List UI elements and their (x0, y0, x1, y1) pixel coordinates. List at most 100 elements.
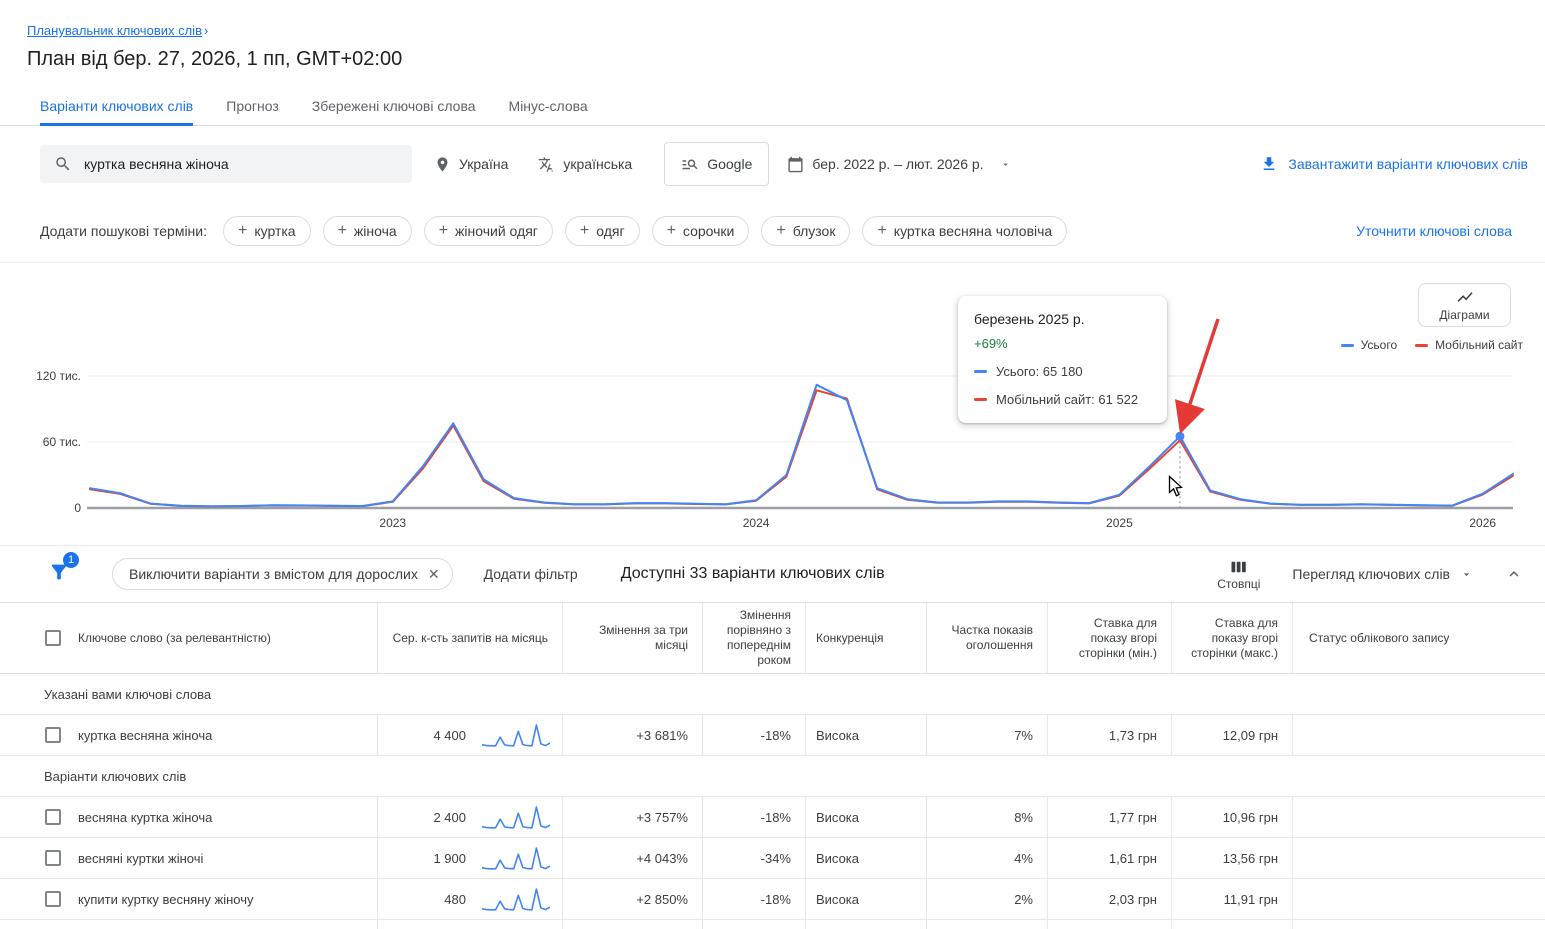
yoy-change: -18% (703, 879, 806, 919)
bid-low: 1,61 грн (1048, 838, 1172, 878)
term-chip[interactable]: +куртка весняна чоловіча (862, 216, 1067, 246)
term-chip[interactable]: +одяг (565, 216, 640, 246)
location-selector[interactable]: Україна (434, 156, 508, 173)
term-chip[interactable]: +жіноча (323, 216, 412, 246)
filter-bar: 1 Виключити варіанти з вмістом для дорос… (0, 545, 1545, 602)
search-icon (54, 155, 72, 173)
svg-text:2023: 2023 (379, 516, 406, 530)
term-chip[interactable]: +сорочки (652, 216, 750, 246)
tab-bar: Варіанти ключових слів Прогноз Збережені… (0, 86, 1545, 126)
header-top-bid-low[interactable]: Ставка для показу вгорі сторінки (мін.) (1048, 603, 1172, 673)
tooltip-mobile-swatch (974, 398, 987, 401)
row-checkbox[interactable] (45, 891, 61, 907)
search-volume-sparkline (480, 844, 552, 872)
chevron-up-icon (1505, 565, 1523, 583)
three-month-change: +2 850% (563, 879, 703, 919)
table-row-partial[interactable] (0, 920, 1545, 929)
yoy-change: -34% (703, 838, 806, 878)
network-selector[interactable]: Google (664, 142, 769, 186)
language-selector[interactable]: українська (538, 156, 632, 173)
diagrams-button[interactable]: Діаграми (1418, 283, 1511, 327)
search-input[interactable]: куртка весняна жіноча (40, 145, 412, 183)
table-row[interactable]: весняні куртки жіночі 1 900 +4 043% -34%… (0, 838, 1545, 879)
header-three-month-change[interactable]: Змінення за три місяці (563, 603, 703, 673)
account-status-cell (1293, 797, 1545, 837)
bid-high: 11,91 грн (1172, 879, 1293, 919)
dropdown-caret-icon (1460, 568, 1473, 581)
table-row[interactable]: купити куртку весняну жіночу 480 +2 850%… (0, 879, 1545, 920)
keyword-planner-page: Планувальник ключових слів › План від бе… (0, 0, 1545, 929)
table-row[interactable]: куртка весняна жіноча 4 400 +3 681% -18%… (0, 715, 1545, 756)
plus-icon: + (776, 223, 785, 239)
volume-value: 2 400 (433, 810, 466, 825)
tooltip-change: +69% (974, 336, 1151, 351)
yoy-change: -18% (703, 715, 806, 755)
collapse-section-button[interactable] (1505, 565, 1523, 583)
plus-icon: + (877, 223, 886, 239)
bid-low: 1,77 грн (1048, 797, 1172, 837)
search-volume-sparkline (480, 803, 552, 831)
keyword-text: куртка весняна жіноча (78, 728, 212, 743)
page-header: Планувальник ключових слів › План від бе… (27, 22, 402, 71)
section-keyword-ideas: Варіанти ключових слів (0, 756, 1545, 797)
tab-forecast[interactable]: Прогноз (226, 86, 279, 126)
three-month-change: +3 757% (563, 797, 703, 837)
row-checkbox[interactable] (45, 727, 61, 743)
competition-value: Висока (806, 838, 927, 878)
svg-text:2025: 2025 (1106, 516, 1133, 530)
header-avg-searches[interactable]: Сер. к-сть запитів на місяць (378, 603, 563, 673)
header-yoy-change[interactable]: Змінення порівняно з попереднім роком (703, 603, 806, 673)
add-filter-button[interactable]: Додати фільтр (484, 566, 578, 582)
legend-total-swatch (1341, 344, 1354, 347)
account-status-cell (1293, 715, 1545, 755)
account-status-cell (1293, 879, 1545, 919)
table-row[interactable]: весняна куртка жіноча 2 400 +3 757% -18%… (0, 797, 1545, 838)
tab-saved-keywords[interactable]: Збережені ключові слова (312, 86, 476, 126)
search-volume-sparkline (480, 885, 552, 913)
row-checkbox[interactable] (45, 850, 61, 866)
download-keyword-ideas-link[interactable]: Завантажити варіанти ключових слів (1260, 155, 1528, 173)
three-month-change: +3 681% (563, 715, 703, 755)
bid-high: 10,96 грн (1172, 797, 1293, 837)
filter-button[interactable]: 1 (48, 561, 70, 588)
remove-filter-icon[interactable]: ✕ (428, 566, 440, 583)
competition-value: Висока (806, 797, 927, 837)
tab-negative-keywords[interactable]: Мінус-слова (509, 86, 588, 126)
active-filter-chip[interactable]: Виключити варіанти з вмістом для доросли… (112, 558, 453, 590)
svg-text:120 тис.: 120 тис. (36, 369, 81, 383)
svg-text:2026: 2026 (1469, 516, 1496, 530)
date-range-selector[interactable]: бер. 2022 р. – лют. 2026 р. (787, 156, 1010, 173)
impression-share: 7% (927, 715, 1048, 755)
columns-button[interactable]: Стовпці (1217, 558, 1260, 591)
columns-icon (1230, 558, 1248, 576)
header-top-bid-high[interactable]: Ставка для показу вгорі сторінки (макс.) (1172, 603, 1293, 673)
svg-text:0: 0 (74, 501, 81, 515)
legend-total[interactable]: Усього (1341, 338, 1398, 352)
page-title: План від бер. 27, 2026, 1 пп, GMT+02:00 (27, 48, 402, 71)
legend-mobile[interactable]: Мобільний сайт (1415, 338, 1523, 352)
impression-share: 2% (927, 879, 1048, 919)
tooltip-mobile-row: Мобільний сайт: 61 522 (974, 392, 1151, 407)
chart-icon (1456, 288, 1474, 306)
header-ad-impression-share[interactable]: Частка показів оголошення (927, 603, 1048, 673)
trend-chart-section: 0 60 тис. 120 тис. 2023 2024 2025 2026 Діаграм… (0, 262, 1545, 545)
keyword-view-dropdown[interactable]: Перегляд ключових слів (1292, 566, 1473, 582)
breadcrumb[interactable]: Планувальник ключових слів (27, 23, 202, 38)
trend-line-chart[interactable]: 0 60 тис. 120 тис. 2023 2024 2025 2026 (0, 263, 1545, 546)
svg-text:2024: 2024 (743, 516, 770, 530)
term-chip[interactable]: +куртка (223, 216, 311, 246)
term-chip[interactable]: +блузок (761, 216, 850, 246)
row-checkbox[interactable] (45, 809, 61, 825)
bid-high: 13,56 грн (1172, 838, 1293, 878)
tab-keyword-ideas[interactable]: Варіанти ключових слів (40, 86, 193, 126)
svg-text:60 тис.: 60 тис. (43, 435, 81, 449)
plus-icon: + (338, 223, 347, 239)
term-chip[interactable]: +жіночий одяг (424, 216, 553, 246)
breadcrumb-label: Планувальник ключових слів (27, 23, 202, 38)
search-volume-sparkline (480, 721, 552, 749)
header-account-status[interactable]: Статус облікового запису (1293, 603, 1545, 673)
refine-keywords-link[interactable]: Уточнити ключові слова (1356, 223, 1512, 239)
select-all-checkbox[interactable] (45, 630, 61, 646)
header-competition[interactable]: Конкуренція (806, 603, 927, 673)
header-keyword[interactable]: Ключове слово (за релевантністю) (78, 603, 378, 673)
